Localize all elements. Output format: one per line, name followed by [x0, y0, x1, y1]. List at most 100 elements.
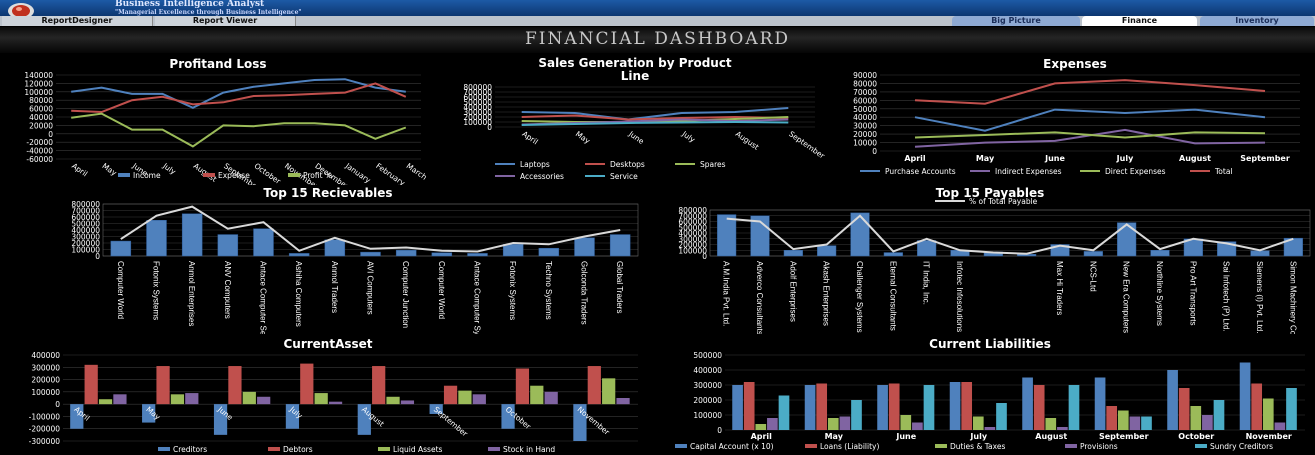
legend-swatch	[675, 444, 687, 448]
legend-swatch	[1065, 444, 1077, 448]
x-tick-label: Global Traders	[615, 261, 624, 313]
current-liabilities-chart: 500000 400000 300000 200000 100000 0 April May J…	[675, 351, 1305, 451]
x-tick-label: Northline Systems	[1155, 261, 1164, 326]
y-tick-label: 0	[717, 426, 722, 435]
legend-label: Liquid Assets	[393, 445, 443, 454]
x-tick-label: September	[787, 129, 827, 161]
x-tick-label: Computer World	[437, 261, 446, 319]
y-tick-label: 0	[55, 400, 60, 409]
legend-label: Laptops	[520, 160, 550, 169]
payables-chart: % of Total Payable8000007000006000005000…	[678, 197, 1311, 334]
bar	[1141, 416, 1152, 430]
payables-panel: Top 15 Payables % of Total Payable 800000…	[665, 184, 1315, 334]
bar	[851, 400, 862, 430]
x-tick-label: Anmol Enterprises	[187, 261, 196, 326]
x-tick-label: Siemens (I) Pvt. Ltd.	[1255, 261, 1264, 333]
tab-finance[interactable]: Finance	[1082, 16, 1197, 26]
x-tick-label: June	[1044, 154, 1065, 163]
legend-label: Sundry Creditors	[1210, 442, 1273, 451]
bar	[1239, 362, 1251, 430]
receivables-title: Top 15 Recievables	[263, 186, 393, 200]
bar	[1250, 250, 1270, 257]
x-tick-label: Adolf Enterprises	[788, 261, 797, 322]
x-tick-label: Eternal Consultants	[888, 261, 897, 331]
brand-tagline: "Managerial Excellence through Business …	[115, 9, 302, 16]
bar	[324, 239, 346, 257]
bar	[110, 240, 132, 257]
legend-label: Debtors	[283, 445, 313, 454]
bar	[113, 394, 127, 405]
bar	[1068, 385, 1080, 430]
bar	[961, 382, 973, 430]
series-line	[71, 82, 407, 114]
bar	[544, 391, 558, 405]
x-tick-label: Adverco Consultants	[755, 261, 764, 334]
bar	[1129, 416, 1141, 430]
x-tick-label: Anmol Traders	[330, 261, 339, 313]
bar	[1178, 388, 1190, 430]
legend-label: Spares	[700, 160, 726, 169]
bar	[1022, 377, 1033, 430]
bar	[458, 390, 472, 405]
bar	[717, 214, 737, 257]
bar	[1117, 410, 1129, 430]
sales-panel: Sales Generation by Product Line 800000 7…	[440, 55, 830, 185]
tab-inventory[interactable]: Inventory	[1200, 16, 1314, 26]
bar	[755, 424, 767, 430]
bar	[300, 363, 314, 405]
x-tick-label: September	[1240, 154, 1290, 163]
legend-label: Income	[133, 171, 161, 180]
y-tick-label: 100000	[693, 411, 722, 420]
x-tick-label: A.M.India Pvt. Ltd.	[722, 261, 731, 326]
x-tick-label: April	[904, 154, 926, 163]
bar	[949, 382, 961, 430]
x-tick-label: August	[192, 161, 219, 183]
payables-title: Top 15 Payables	[935, 186, 1045, 200]
report-viewer-button[interactable]: Report Viewer	[155, 16, 296, 26]
tab-big-picture[interactable]: Big Picture	[952, 16, 1080, 26]
y-tick-label: 0	[702, 252, 707, 261]
report-designer-button[interactable]: ReportDesigner	[2, 16, 153, 26]
x-tick-label: AVI Computers	[366, 261, 375, 315]
bar	[538, 247, 560, 257]
bar	[783, 250, 803, 257]
bar	[515, 368, 530, 405]
receivables-panel: Top 15 Recievables 800000 700000 600000 500…	[8, 184, 648, 334]
bar	[827, 418, 839, 430]
x-tick-label: April	[521, 129, 540, 146]
x-tick-label: June	[895, 432, 916, 441]
bar	[602, 378, 616, 405]
bar	[181, 213, 203, 257]
legend-swatch	[268, 447, 280, 451]
x-tick-label: September	[432, 405, 470, 439]
bar	[170, 394, 185, 405]
bar	[360, 251, 381, 257]
x-tick-label: IT India, Inc.	[922, 261, 931, 305]
bar	[84, 364, 98, 405]
x-tick-label: April	[751, 432, 773, 441]
legend-swatch	[118, 173, 130, 177]
x-tick-label: August	[734, 129, 761, 151]
y-tick-label: 0	[487, 123, 492, 132]
x-tick-label: July	[1116, 154, 1134, 163]
legend-swatch	[158, 447, 170, 451]
current-asset-chart: 400000 300000 200000 100000 0 -100000 -200000 -…	[29, 351, 638, 454]
legend-label: Desktops	[610, 160, 645, 169]
legend-label: Expense	[218, 171, 250, 180]
bar	[228, 366, 242, 405]
bar	[372, 366, 386, 405]
x-tick-label: Techno Systems	[544, 261, 553, 320]
legend-swatch	[935, 444, 947, 448]
x-tick-label: Fotonix Systems	[152, 261, 161, 320]
legend-swatch	[488, 447, 500, 451]
legend-label: Creditors	[173, 445, 207, 454]
legend-swatch	[805, 444, 817, 448]
bar	[1083, 251, 1103, 257]
bar	[400, 400, 415, 405]
profit-loss-panel: Profitand Loss 140000 120000 100000 80000 60…	[8, 55, 428, 185]
legend-swatch	[378, 447, 390, 451]
bar	[850, 212, 870, 257]
y-tick-label: 300000	[693, 381, 722, 390]
legend-label: Purchase Accounts	[885, 167, 956, 176]
receivables-chart: 8000007000006000005000004000003000002000…	[71, 200, 639, 334]
